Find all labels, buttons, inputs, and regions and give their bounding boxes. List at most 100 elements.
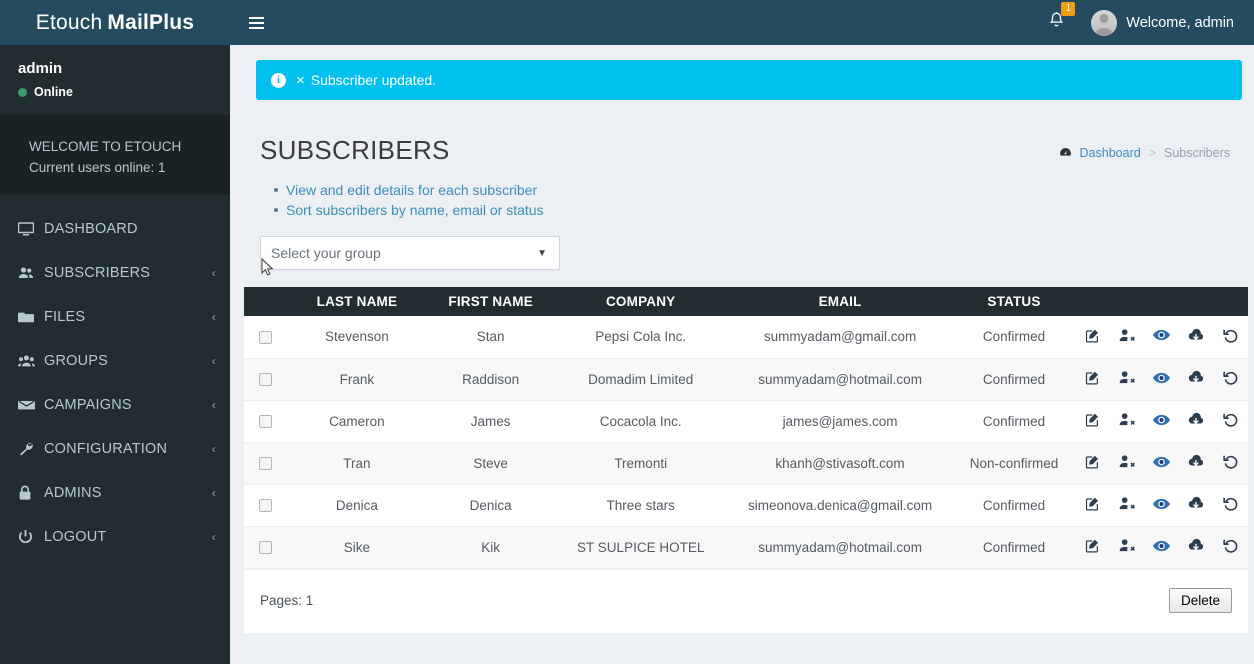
restore-subscriber-button[interactable] <box>1213 316 1248 359</box>
row-checkbox[interactable] <box>258 373 272 387</box>
table-col-email[interactable]: EMAIL <box>727 287 953 316</box>
remove-subscriber-button[interactable] <box>1109 442 1145 485</box>
sidebar-item-admins[interactable]: ADMINS ‹ <box>0 471 230 515</box>
sidebar-user-name: admin <box>18 60 63 77</box>
view-subscriber-button[interactable] <box>1144 400 1179 443</box>
sidebar-item-files[interactable]: FILES ‹ <box>0 295 230 339</box>
breadcrumb: Dashboard > Subscribers <box>1059 146 1242 160</box>
user-remove-icon <box>1110 454 1145 469</box>
cell-email: summyadam@hotmail.com <box>727 358 953 401</box>
subscribers-table-card: LAST NAME FIRST NAME COMPANY EMAIL STATU… <box>244 287 1248 633</box>
edit-subscriber-button[interactable] <box>1075 358 1110 401</box>
cell-status: Confirmed <box>952 358 1076 401</box>
hamburger-icon[interactable] <box>237 0 275 45</box>
row-checkbox[interactable] <box>258 499 272 513</box>
cloud-download-icon <box>1179 454 1214 469</box>
group-select[interactable]: Select your group ▼ <box>260 236 560 270</box>
table-col-first-name[interactable]: FIRST NAME <box>427 287 555 316</box>
edit-subscriber-button[interactable] <box>1075 442 1110 485</box>
download-subscriber-button[interactable] <box>1178 400 1214 443</box>
table-col-action-5 <box>1213 287 1248 316</box>
table-col-last-name[interactable]: LAST NAME <box>286 287 428 316</box>
restore-subscriber-button[interactable] <box>1213 484 1248 527</box>
sidebar-item-label: LOGOUT <box>44 529 107 545</box>
restore-subscriber-button[interactable] <box>1213 526 1248 569</box>
download-subscriber-button[interactable] <box>1178 316 1214 359</box>
chevron-left-icon: ‹ <box>211 354 216 368</box>
remove-subscriber-button[interactable] <box>1109 400 1145 443</box>
view-subscriber-button[interactable] <box>1144 526 1179 569</box>
remove-subscriber-button[interactable] <box>1109 484 1145 527</box>
download-subscriber-button[interactable] <box>1178 442 1214 485</box>
sidebar-item-label: ADMINS <box>44 485 102 501</box>
edit-subscriber-button[interactable] <box>1075 484 1110 527</box>
view-subscriber-button[interactable] <box>1144 484 1179 527</box>
download-subscriber-button[interactable] <box>1178 484 1214 527</box>
sidebar-item-dashboard[interactable]: DASHBOARD <box>0 207 230 251</box>
delete-button[interactable]: Delete <box>1168 587 1232 613</box>
lock-icon <box>18 485 44 501</box>
power-icon <box>18 529 44 545</box>
app-logo[interactable]: Etouch MailPlus <box>0 0 230 45</box>
sidebar-item-logout[interactable]: LOGOUT ‹ <box>0 515 230 559</box>
cloud-download-icon <box>1179 496 1214 511</box>
chevron-left-icon: ‹ <box>211 266 216 280</box>
chevron-left-icon: ‹ <box>211 442 216 456</box>
edit-icon <box>1075 454 1110 469</box>
download-subscriber-button[interactable] <box>1178 358 1214 401</box>
cell-email: khanh@stivasoft.com <box>727 442 953 485</box>
row-checkbox[interactable] <box>258 541 272 555</box>
cell-email: summyadam@gmail.com <box>727 316 953 359</box>
row-checkbox[interactable] <box>258 415 272 429</box>
edit-icon <box>1075 412 1110 427</box>
edit-subscriber-button[interactable] <box>1075 316 1110 359</box>
remove-subscriber-button[interactable] <box>1109 526 1145 569</box>
edit-subscriber-button[interactable] <box>1075 400 1110 443</box>
edit-subscriber-button[interactable] <box>1075 526 1110 569</box>
alert-close-icon[interactable]: × <box>296 72 305 89</box>
view-subscriber-button[interactable] <box>1144 442 1179 485</box>
user-menu[interactable]: Welcome, admin <box>1081 9 1240 36</box>
sidebar-item-label: SUBSCRIBERS <box>44 265 151 281</box>
undo-icon <box>1213 496 1248 511</box>
navbar: 1 Welcome, admin <box>230 0 1254 45</box>
row-select-cell <box>244 358 287 401</box>
view-subscriber-button[interactable] <box>1144 358 1179 401</box>
sidebar-item-groups[interactable]: GROUPS ‹ <box>0 339 230 383</box>
cell-last-name: Tran <box>286 442 428 485</box>
restore-subscriber-button[interactable] <box>1213 442 1248 485</box>
table-head: LAST NAME FIRST NAME COMPANY EMAIL STATU… <box>244 287 1248 316</box>
restore-subscriber-button[interactable] <box>1213 400 1248 443</box>
download-subscriber-button[interactable] <box>1178 526 1214 569</box>
eye-icon <box>1144 329 1179 341</box>
table-row: Sike Kik ST SULPICE HOTEL summyadam@hotmail… <box>244 526 1248 569</box>
page-title: SUBSCRIBERS <box>260 135 450 165</box>
table-header-row: LAST NAME FIRST NAME COMPANY EMAIL STATU… <box>244 287 1248 316</box>
eye-icon <box>1144 456 1179 468</box>
table-col-company[interactable]: COMPANY <box>554 287 728 316</box>
sidebar-item-campaigns[interactable]: CAMPAIGNS ‹ <box>0 383 230 427</box>
cell-first-name: Denica <box>427 484 555 527</box>
table-col-status[interactable]: STATUS <box>952 287 1076 316</box>
remove-subscriber-button[interactable] <box>1109 358 1145 401</box>
view-subscriber-button[interactable] <box>1144 316 1179 359</box>
wrench-icon <box>18 441 44 457</box>
subscribers-table: LAST NAME FIRST NAME COMPANY EMAIL STATU… <box>244 287 1248 569</box>
chevron-left-icon: ‹ <box>211 486 216 500</box>
chevron-left-icon: ‹ <box>211 398 216 412</box>
row-checkbox[interactable] <box>258 457 272 471</box>
remove-subscriber-button[interactable] <box>1109 316 1145 359</box>
sidebar-item-subscribers[interactable]: SUBSCRIBERS ‹ <box>0 251 230 295</box>
cell-first-name: Stan <box>427 316 555 359</box>
row-checkbox[interactable] <box>258 331 272 345</box>
notifications-button[interactable]: 1 <box>1032 2 1081 34</box>
restore-subscriber-button[interactable] <box>1213 358 1248 401</box>
cell-status: Confirmed <box>952 316 1076 359</box>
info-circle-icon: i <box>271 72 286 88</box>
alert-banner: i × Subscriber updated. <box>256 60 1242 100</box>
sidebar-item-configuration[interactable]: CONFIGURATION ‹ <box>0 427 230 471</box>
row-select-cell <box>244 400 287 443</box>
navbar-right: 1 Welcome, admin <box>1032 2 1240 36</box>
breadcrumb-dashboard-link[interactable]: Dashboard <box>1080 146 1141 160</box>
user-remove-icon <box>1110 412 1145 427</box>
